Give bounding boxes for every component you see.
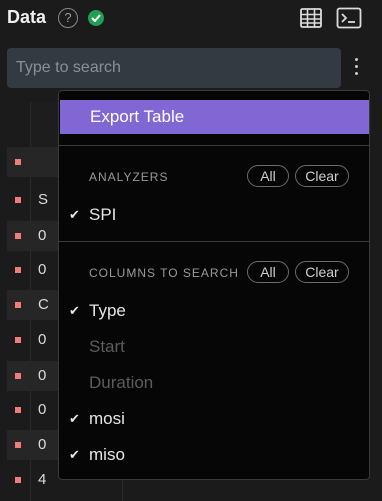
export-table-menu-item[interactable]: Export Table: [60, 100, 369, 134]
row-marker: [15, 302, 21, 308]
row-marker: [15, 337, 21, 343]
row-marker: [15, 442, 21, 448]
row-marker: [15, 407, 21, 413]
help-icon[interactable]: ?: [58, 8, 78, 28]
check-icon: ✔: [69, 447, 80, 462]
column-item-start[interactable]: Start: [59, 333, 369, 361]
menu-item-label: mosi: [89, 409, 125, 428]
table-cell: 0: [38, 261, 47, 278]
check-icon: ✔: [69, 207, 80, 222]
columns-clear-button[interactable]: Clear: [295, 261, 349, 283]
table-cell: C: [38, 296, 49, 313]
menu-divider: [59, 241, 369, 242]
row-marker: [15, 197, 21, 203]
menu-item-label: Start: [89, 337, 125, 356]
analyzers-section-title: ANALYZERS: [89, 170, 169, 184]
data-panel: Data ? Type to search S 0 0 C 0 0 0 0 4 …: [0, 0, 382, 501]
table-cell: 0: [38, 227, 47, 244]
column-item-miso[interactable]: ✔ miso: [59, 441, 369, 469]
panel-header: Data ?: [0, 0, 382, 38]
panel-title: Data: [7, 7, 47, 27]
row-marker: [15, 267, 21, 273]
row-marker: [15, 233, 21, 239]
more-options-icon[interactable]: [350, 58, 362, 80]
status-ok-icon: [88, 10, 104, 26]
terminal-icon[interactable]: [336, 6, 362, 35]
columns-all-button[interactable]: All: [247, 261, 289, 283]
check-icon: ✔: [69, 303, 80, 318]
analyzer-item-spi[interactable]: ✔ SPI: [59, 201, 369, 229]
table-cell: 0: [38, 331, 47, 348]
column-item-type[interactable]: ✔ Type: [59, 297, 369, 325]
check-icon: ✔: [69, 411, 80, 426]
table-cell: 0: [38, 401, 47, 418]
row-marker: [15, 477, 21, 483]
table-cell: 0: [38, 367, 47, 384]
menu-divider: [59, 145, 369, 146]
table-cell: S: [38, 191, 49, 208]
table-cell: 0: [38, 436, 47, 453]
column-item-mosi[interactable]: ✔ mosi: [59, 405, 369, 433]
menu-item-label: SPI: [89, 205, 117, 224]
analyzers-clear-button[interactable]: Clear: [295, 165, 349, 187]
menu-item-label: Type: [89, 301, 126, 320]
column-item-duration[interactable]: Duration: [59, 369, 369, 397]
row-marker: [15, 159, 21, 165]
columns-section-title: COLUMNS TO SEARCH: [89, 266, 239, 280]
search-box[interactable]: [7, 48, 341, 88]
table-view-icon[interactable]: [299, 6, 323, 35]
options-menu: Export Table ANALYZERS All Clear ✔ SPI C…: [58, 90, 370, 480]
menu-item-label: miso: [89, 445, 125, 464]
menu-item-label: Duration: [89, 373, 154, 392]
table-cell: 4: [38, 471, 47, 488]
search-input[interactable]: [7, 48, 341, 88]
analyzers-all-button[interactable]: All: [247, 165, 289, 187]
row-marker: [15, 373, 21, 379]
